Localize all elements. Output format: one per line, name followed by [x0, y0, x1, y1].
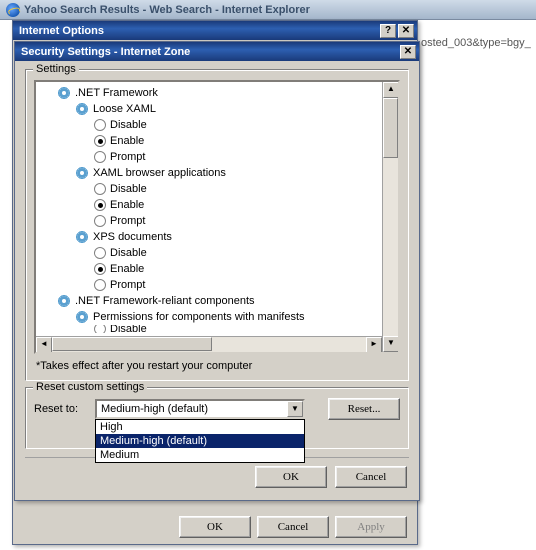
- chevron-down-icon[interactable]: ▼: [287, 401, 303, 417]
- radio-enable[interactable]: Enable: [38, 133, 380, 149]
- reset-groupbox: Reset custom settings Reset to: Medium-h…: [25, 387, 409, 449]
- address-bar-fragment: osted_003&type=bgy_: [421, 36, 536, 50]
- ss-ok-button[interactable]: OK: [255, 466, 327, 488]
- reset-group-label: Reset custom settings: [33, 381, 147, 393]
- tree-node-net-framework[interactable]: .NET Framework: [38, 85, 380, 101]
- io-ok-button[interactable]: OK: [179, 516, 251, 538]
- settings-groupbox: Settings .NET Framework Loose XAML Disab…: [25, 69, 409, 381]
- io-cancel-button[interactable]: Cancel: [257, 516, 329, 538]
- tree-label: XPS documents: [93, 231, 172, 243]
- internet-options-title: Internet Options: [19, 25, 378, 37]
- radio-disable[interactable]: Disable: [38, 325, 380, 333]
- scroll-left-icon[interactable]: ◄: [36, 337, 52, 353]
- scroll-down-icon[interactable]: ▼: [383, 336, 399, 352]
- help-button[interactable]: ?: [380, 24, 396, 38]
- settings-group-label: Settings: [33, 63, 79, 75]
- reset-level-combobox[interactable]: Medium-high (default) ▼ High Medium-high…: [95, 399, 305, 419]
- tree-label: Permissions for components with manifest…: [93, 311, 305, 323]
- reset-to-label: Reset to:: [34, 403, 89, 415]
- combo-option-high[interactable]: High: [96, 420, 304, 434]
- radio-disable[interactable]: Disable: [38, 181, 380, 197]
- close-button[interactable]: ✕: [400, 45, 416, 59]
- gear-icon: [74, 309, 90, 325]
- ie-logo-icon: [6, 3, 20, 17]
- ie-titlebar: Yahoo Search Results - Web Search - Inte…: [0, 0, 536, 20]
- combo-option-medium[interactable]: Medium: [96, 448, 304, 462]
- tree-node-xps[interactable]: XPS documents: [38, 229, 380, 245]
- scroll-up-icon[interactable]: ▲: [383, 82, 399, 98]
- tree-node-reliant[interactable]: .NET Framework-reliant components: [38, 293, 380, 309]
- scroll-thumb[interactable]: [52, 337, 212, 351]
- radio-disable[interactable]: Disable: [38, 245, 380, 261]
- tree-node-xaml-apps[interactable]: XAML browser applications: [38, 165, 380, 181]
- ie-title-text: Yahoo Search Results - Web Search - Inte…: [24, 4, 310, 16]
- tree-node-permissions[interactable]: Permissions for components with manifest…: [38, 309, 380, 325]
- security-title: Security Settings - Internet Zone: [21, 46, 398, 58]
- radio-disable[interactable]: Disable: [38, 117, 380, 133]
- settings-tree[interactable]: .NET Framework Loose XAML Disable Enable…: [34, 80, 400, 354]
- horizontal-scrollbar[interactable]: ◄ ►: [36, 336, 382, 352]
- radio-enable[interactable]: Enable: [38, 261, 380, 277]
- close-button[interactable]: ✕: [398, 24, 414, 38]
- combo-option-medium-high[interactable]: Medium-high (default): [96, 434, 304, 448]
- restart-note: *Takes effect after you restart your com…: [34, 354, 400, 372]
- io-apply-button[interactable]: Apply: [335, 516, 407, 538]
- radio-prompt[interactable]: Prompt: [38, 277, 380, 293]
- tree-node-loose-xaml[interactable]: Loose XAML: [38, 101, 380, 117]
- combo-dropdown-list[interactable]: High Medium-high (default) Medium: [95, 419, 305, 463]
- gear-icon: [74, 101, 90, 117]
- scroll-thumb[interactable]: [383, 98, 398, 158]
- internet-options-titlebar[interactable]: Internet Options ? ✕: [13, 21, 417, 40]
- tree-label: Loose XAML: [93, 103, 156, 115]
- radio-enable[interactable]: Enable: [38, 197, 380, 213]
- gear-icon: [74, 229, 90, 245]
- gear-icon: [74, 165, 90, 181]
- gear-icon: [56, 293, 72, 309]
- reset-button[interactable]: Reset...: [328, 398, 400, 420]
- security-settings-dialog: Security Settings - Internet Zone ✕ Sett…: [14, 41, 420, 501]
- vertical-scrollbar[interactable]: ▲ ▼: [382, 82, 398, 352]
- tree-label: XAML browser applications: [93, 167, 226, 179]
- gear-icon: [56, 85, 72, 101]
- combo-selected-text: Medium-high (default): [97, 403, 287, 415]
- security-titlebar[interactable]: Security Settings - Internet Zone ✕: [15, 42, 419, 61]
- tree-label: .NET Framework-reliant components: [75, 295, 255, 307]
- radio-prompt[interactable]: Prompt: [38, 213, 380, 229]
- scroll-right-icon[interactable]: ►: [366, 337, 382, 353]
- radio-prompt[interactable]: Prompt: [38, 149, 380, 165]
- tree-label: .NET Framework: [75, 87, 158, 99]
- ss-cancel-button[interactable]: Cancel: [335, 466, 407, 488]
